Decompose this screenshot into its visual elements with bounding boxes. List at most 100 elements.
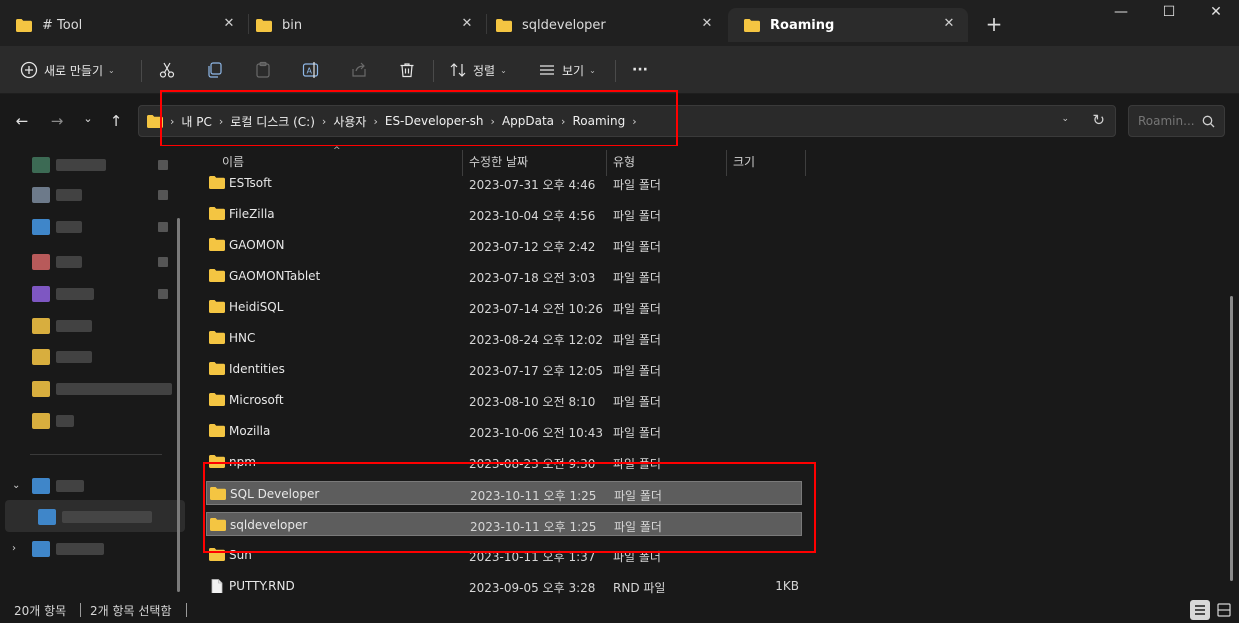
tab-sqldeveloper[interactable]: sqldeveloper ✕ <box>480 8 726 42</box>
toolbar-divider <box>433 60 434 82</box>
file-modified-date: 2023-10-11 오후 1:37 <box>469 550 596 564</box>
file-row[interactable]: sqldeveloper 2023-10-11 오후 1:25 파일 폴더 <box>206 512 802 536</box>
view-button[interactable]: 보기 ⌄ <box>538 56 596 84</box>
file-row[interactable]: GAOMONTablet 2023-07-18 오전 3:03 파일 폴더 <box>206 264 802 288</box>
close-icon[interactable]: ✕ <box>220 16 238 31</box>
sidebar-item[interactable] <box>32 477 84 495</box>
address-history-dropdown[interactable]: ⌄ <box>1061 114 1069 124</box>
folder-icon <box>744 18 760 32</box>
close-icon[interactable]: ✕ <box>940 16 958 31</box>
close-icon[interactable]: ✕ <box>698 16 716 31</box>
item-icon <box>32 478 50 494</box>
copy-button[interactable] <box>206 56 224 84</box>
file-row[interactable]: Identities 2023-07-17 오후 12:05 파일 폴더 <box>206 357 802 381</box>
pin-icon <box>158 160 168 170</box>
rename-button[interactable]: A <box>302 56 320 84</box>
file-row[interactable]: Microsoft 2023-08-10 오전 8:10 파일 폴더 <box>206 388 802 412</box>
delete-button[interactable] <box>398 56 416 84</box>
refresh-button[interactable]: ↻ <box>1092 111 1105 129</box>
close-window-button[interactable]: ✕ <box>1193 4 1239 28</box>
new-tab-button[interactable]: + <box>983 12 1005 36</box>
breadcrumb-roaming[interactable]: Roaming <box>572 114 625 128</box>
sidebar-item[interactable] <box>32 156 106 174</box>
cut-button[interactable] <box>158 56 176 84</box>
breadcrumb-local-disk[interactable]: 로컬 디스크 (C:) <box>230 113 315 130</box>
chevron-down-icon: ⌄ <box>589 65 596 75</box>
sidebar-item[interactable] <box>32 348 92 366</box>
sidebar-item[interactable] <box>38 508 152 526</box>
chevron-down-icon[interactable]: ⌄ <box>12 480 20 491</box>
blurred-label <box>56 189 82 201</box>
pin-icon <box>158 190 168 200</box>
sidebar-item[interactable] <box>32 540 104 558</box>
close-icon[interactable]: ✕ <box>458 16 476 31</box>
share-button[interactable] <box>350 56 368 84</box>
file-row[interactable]: HeidiSQL 2023-07-14 오전 10:26 파일 폴더 <box>206 295 802 319</box>
chevron-right-icon[interactable]: › <box>12 543 16 554</box>
more-options-button[interactable]: ··· <box>632 56 648 84</box>
breadcrumb-this-pc[interactable]: 내 PC <box>181 113 211 130</box>
tab-tool[interactable]: # Tool ✕ <box>0 8 248 42</box>
file-type: RND 파일 <box>613 581 666 595</box>
sidebar-item[interactable] <box>32 317 92 335</box>
folder-icon <box>210 518 226 531</box>
chevron-right-icon[interactable]: › <box>322 115 326 128</box>
folder-icon <box>32 318 50 334</box>
breadcrumb-appdata[interactable]: AppData <box>502 114 554 128</box>
chevron-right-icon[interactable]: › <box>219 115 223 128</box>
tab-bin[interactable]: bin ✕ <box>240 8 486 42</box>
file-row[interactable]: HNC 2023-08-24 오후 12:02 파일 폴더 <box>206 326 802 350</box>
file-row[interactable]: SQL Developer 2023-10-11 오후 1:25 파일 폴더 <box>206 481 802 505</box>
file-row[interactable]: ESTsoft 2023-07-31 오후 4:46 파일 폴더 <box>206 171 802 195</box>
address-bar[interactable]: › 내 PC › 로컬 디스크 (C:) › 사용자 › ES-Develope… <box>138 105 1116 137</box>
chevron-right-icon[interactable]: › <box>632 115 636 128</box>
recent-locations-button[interactable]: ⌄ <box>78 112 98 132</box>
forward-button[interactable]: → <box>47 112 67 132</box>
sort-label: 정렬 <box>473 63 496 78</box>
file-list-scrollbar[interactable] <box>1230 296 1233 581</box>
file-row[interactable]: Mozilla 2023-10-06 오전 10:43 파일 폴더 <box>206 419 802 443</box>
file-name: HeidiSQL <box>229 300 284 314</box>
sidebar-item[interactable] <box>32 412 74 430</box>
file-name: GAOMONTablet <box>229 269 321 283</box>
details-view-button[interactable] <box>1190 600 1210 620</box>
paste-button[interactable] <box>254 56 272 84</box>
sidebar-item[interactable] <box>32 253 82 271</box>
blurred-label <box>56 288 94 300</box>
chevron-right-icon[interactable]: › <box>373 115 377 128</box>
new-button[interactable]: 새로 만들기 ⌄ <box>20 56 115 84</box>
tab-bar: # Tool ✕ bin ✕ sqldeveloper ✕ Roaming ✕ … <box>0 0 1239 46</box>
breadcrumb-users[interactable]: 사용자 <box>333 113 366 130</box>
folder-icon <box>16 18 32 32</box>
minimize-button[interactable]: — <box>1098 4 1144 28</box>
blurred-label <box>56 351 92 363</box>
up-button[interactable]: ↑ <box>106 112 126 132</box>
chevron-down-icon: ⌄ <box>500 65 507 75</box>
tab-label: # Tool <box>42 17 83 33</box>
command-bar: 새로 만들기 ⌄ A 정렬 ⌄ 보기 ⌄ ··· <box>0 46 1239 94</box>
sort-button[interactable]: 정렬 ⌄ <box>449 56 507 84</box>
folder-icon <box>209 548 225 561</box>
file-icon <box>211 579 223 593</box>
blurred-label <box>56 415 74 427</box>
tiles-view-button[interactable] <box>1214 600 1234 620</box>
tab-roaming[interactable]: Roaming ✕ <box>728 8 968 42</box>
file-row[interactable]: npm 2023-08-23 오전 9:30 파일 폴더 <box>206 450 802 474</box>
sidebar-item[interactable] <box>32 186 82 204</box>
sidebar-item[interactable] <box>32 218 82 236</box>
file-row[interactable]: PUTTY.RND 2023-09-05 오후 3:28 RND 파일 1KB <box>206 574 802 598</box>
search-icon[interactable] <box>1202 115 1215 128</box>
maximize-button[interactable]: ☐ <box>1146 4 1192 28</box>
sidebar-scrollbar[interactable] <box>177 218 180 592</box>
file-row[interactable]: Sun 2023-10-11 오후 1:37 파일 폴더 <box>206 543 802 567</box>
chevron-right-icon[interactable]: › <box>561 115 565 128</box>
breadcrumb-user-folder[interactable]: ES-Developer-sh <box>385 114 484 128</box>
sidebar-item[interactable] <box>32 285 94 303</box>
chevron-right-icon[interactable]: › <box>491 115 495 128</box>
column-divider[interactable] <box>805 150 806 176</box>
file-row[interactable]: GAOMON 2023-07-12 오후 2:42 파일 폴더 <box>206 233 802 257</box>
back-button[interactable]: ← <box>12 112 32 132</box>
view-label: 보기 <box>562 63 585 78</box>
file-row[interactable]: FileZilla 2023-10-04 오후 4:56 파일 폴더 <box>206 202 802 226</box>
sidebar-item[interactable] <box>32 380 172 398</box>
